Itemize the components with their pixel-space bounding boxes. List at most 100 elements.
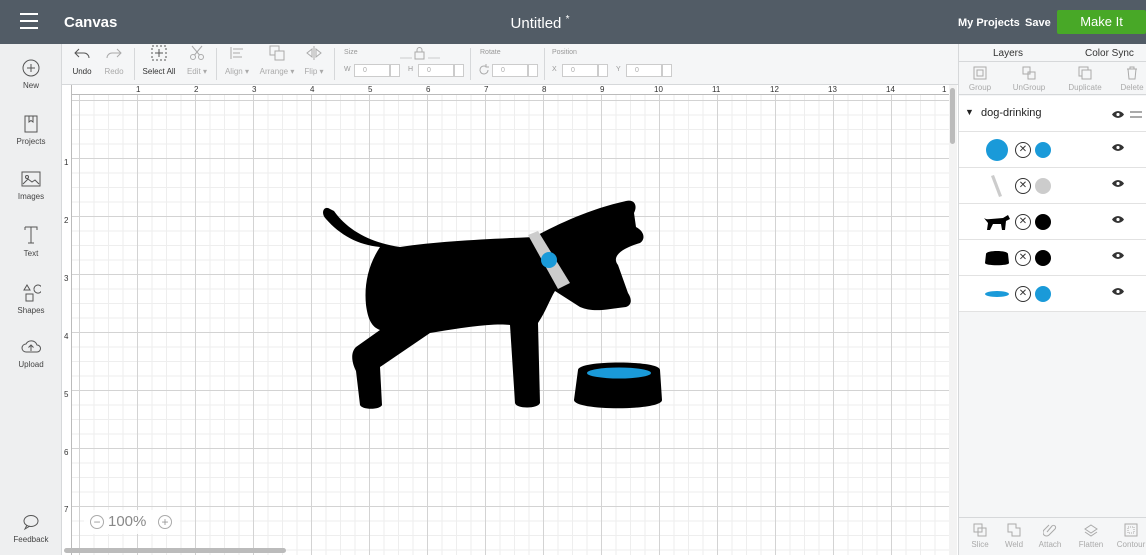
select-all-button[interactable]: Select All [140, 44, 178, 76]
layer-color-swatch[interactable] [1035, 286, 1051, 302]
collar-tag[interactable] [541, 252, 557, 268]
height-label: H [408, 66, 414, 73]
eye-icon[interactable] [1111, 215, 1125, 224]
duplicate-button[interactable]: Duplicate [1063, 65, 1107, 92]
sidebar-item-text[interactable]: Text [0, 224, 62, 258]
bowl-water[interactable] [587, 367, 651, 379]
water-bowl[interactable] [574, 362, 662, 409]
flip-menu[interactable]: Flip ▾ [302, 44, 326, 76]
zoom-in-button[interactable]: + [158, 515, 172, 529]
slice-button[interactable]: Slice [967, 523, 993, 549]
layer-color-swatch[interactable] [1035, 178, 1051, 194]
contour-button[interactable]: Contour [1115, 523, 1146, 549]
layer-thumbnail [983, 212, 1011, 232]
dog-drinking-artwork[interactable] [310, 195, 670, 420]
group-button[interactable]: Group [965, 65, 995, 92]
operation-icon[interactable]: ✕ [1015, 214, 1031, 230]
layer-row[interactable]: ✕ [959, 132, 1146, 168]
operation-icon[interactable]: ✕ [1015, 286, 1031, 302]
zoom-out-button[interactable]: − [90, 515, 104, 529]
slice-label: Slice [971, 540, 989, 549]
ruler-mark: 1 [942, 85, 947, 94]
ruler-mark: 14 [886, 85, 895, 94]
sidebar-item-projects[interactable]: Projects [0, 114, 62, 146]
layer-row[interactable]: ✕ [959, 240, 1146, 276]
ruler-mark: 2 [64, 216, 69, 225]
tab-layers[interactable]: Layers [993, 48, 1023, 59]
width-stepper[interactable] [390, 64, 400, 77]
layer-thumbnail [983, 139, 1011, 161]
group-name: dog-drinking [981, 107, 1042, 119]
y-field[interactable]: 0 [626, 64, 662, 77]
layer-color-swatch[interactable] [1035, 214, 1051, 230]
weld-icon [1007, 523, 1021, 537]
ruler-mark: 1 [136, 85, 141, 94]
sidebar-label-images: Images [17, 192, 45, 201]
horizontal-scrollbar[interactable] [64, 548, 286, 553]
eye-icon[interactable] [1111, 179, 1125, 188]
layer-color-swatch[interactable] [1035, 142, 1051, 158]
layer-color-swatch[interactable] [1035, 250, 1051, 266]
layer-tools: Group UnGroup Duplicate Delete [959, 62, 1146, 95]
y-stepper[interactable] [662, 64, 672, 77]
rotate-stepper[interactable] [528, 64, 538, 77]
tab-color-sync[interactable]: Color Sync [1085, 48, 1134, 59]
eye-icon[interactable] [1111, 143, 1125, 152]
ruler-mark: 6 [64, 448, 69, 457]
arrange-menu[interactable]: Arrange ▾ [258, 44, 296, 76]
ruler-mark: 2 [194, 85, 199, 94]
eye-icon[interactable] [1111, 251, 1125, 260]
undo-icon [74, 48, 90, 59]
my-projects-link[interactable]: My Projects [958, 17, 1020, 29]
operation-icon[interactable]: ✕ [1015, 178, 1031, 194]
sidebar-item-shapes[interactable]: Shapes [0, 281, 62, 315]
layer-row[interactable]: ✕ [959, 204, 1146, 240]
edit-menu[interactable]: Edit ▾ [182, 44, 212, 76]
sidebar-item-feedback[interactable]: Feedback [0, 512, 62, 544]
duplicate-icon [1078, 66, 1092, 79]
sidebar-label-feedback: Feedback [13, 535, 49, 544]
sidebar-item-upload[interactable]: Upload [0, 337, 62, 369]
scroll-thumb[interactable] [950, 88, 955, 144]
size-label: Size [344, 49, 358, 56]
make-it-button[interactable]: Make It [1057, 10, 1146, 34]
drag-handle-icon[interactable] [1129, 110, 1143, 119]
contour-label: Contour [1116, 540, 1146, 549]
width-field[interactable]: 0 [354, 64, 390, 77]
lock-icon[interactable] [400, 46, 440, 60]
vertical-scrollbar[interactable] [949, 85, 957, 555]
save-button[interactable]: Save [1025, 17, 1051, 29]
weld-button[interactable]: Weld [1001, 523, 1027, 549]
sidebar-item-images[interactable]: Images [0, 169, 62, 201]
align-menu[interactable]: Align ▾ [222, 44, 252, 76]
circle-shape-icon [986, 139, 1008, 161]
layer-row[interactable]: ✕ [959, 168, 1146, 204]
arrange-icon [269, 45, 285, 61]
redo-button[interactable]: Redo [102, 44, 126, 76]
caret-down-icon[interactable]: ▼ [965, 107, 974, 117]
rotate-label: Rotate [480, 49, 501, 56]
height-stepper[interactable] [454, 64, 464, 77]
edit-label: Edit [186, 67, 201, 76]
operation-icon[interactable]: ✕ [1015, 142, 1031, 158]
operation-icon[interactable]: ✕ [1015, 250, 1031, 266]
rotate-field[interactable]: 0 [492, 64, 528, 77]
eye-icon[interactable] [1111, 110, 1125, 119]
delete-button[interactable]: Delete [1117, 65, 1146, 92]
x-stepper[interactable] [598, 64, 608, 77]
upload-cloud-icon [21, 340, 41, 353]
flatten-button[interactable]: Flatten [1073, 523, 1109, 549]
sidebar-item-new[interactable]: New [0, 58, 62, 90]
redo-label: Redo [104, 67, 124, 76]
layer-group-row[interactable]: ▼ dog-drinking [959, 96, 1146, 132]
ruler-left: 1 2 3 4 5 6 7 [62, 85, 72, 555]
attach-button[interactable]: Attach [1033, 523, 1067, 549]
ungroup-button[interactable]: UnGroup [1009, 65, 1049, 92]
height-field[interactable]: 0 [418, 64, 454, 77]
eye-icon[interactable] [1111, 287, 1125, 296]
x-field[interactable]: 0 [562, 64, 598, 77]
width-label: W [344, 66, 351, 73]
align-icon [230, 47, 243, 59]
layer-row[interactable]: ✕ [959, 276, 1146, 312]
undo-button[interactable]: Undo [70, 44, 94, 76]
